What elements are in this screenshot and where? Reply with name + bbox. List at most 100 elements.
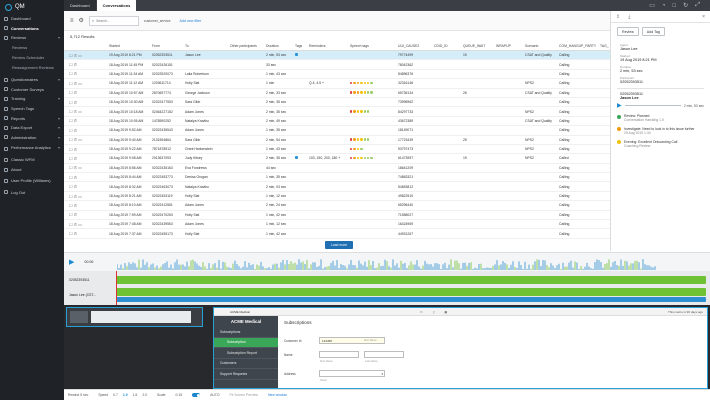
screen-icon[interactable]: ▭ bbox=[78, 137, 82, 142]
fit-screen-option[interactable]: Fit Screen Preview bbox=[230, 393, 258, 397]
table-row[interactable]: ☐ ✆ 18 Aug 2019 8:32 AM 02022463073 Nataly… bbox=[64, 182, 610, 192]
column-header[interactable]: Speech tags bbox=[348, 44, 396, 48]
screen-icon[interactable]: ▭ bbox=[78, 194, 82, 199]
event-item[interactable]: Evening: Excellent Onboarding Call Coachi… bbox=[611, 137, 710, 150]
sidebar-item[interactable]: User Profile (Williams) bbox=[0, 174, 64, 187]
sidebar-item[interactable]: Speech Tags bbox=[0, 104, 64, 114]
scale-value[interactable]: 0:15 bbox=[176, 393, 183, 397]
column-header[interactable]: Tags bbox=[293, 44, 307, 48]
sidebar-item[interactable]: Training ▾ bbox=[0, 94, 64, 104]
waveform[interactable] bbox=[117, 257, 657, 270]
table-row[interactable]: ☐ ✆ ▭ 18 Aug 2019 7:48 AM 02022439563 Adam … bbox=[64, 220, 610, 230]
column-header[interactable]: COM_HANGUP_PARTY bbox=[557, 44, 598, 48]
customer-track[interactable] bbox=[116, 276, 706, 284]
add-tag-button[interactable]: Add Tag bbox=[641, 27, 665, 36]
window-icon[interactable]: □ bbox=[673, 3, 677, 9]
add-filter-link[interactable]: Add new filter bbox=[179, 19, 201, 23]
review-button[interactable]: Review bbox=[617, 27, 639, 36]
table-row[interactable]: ☐ ✆ ▭ 18 Aug 2019 8:21 AM 02022453119 Holly… bbox=[64, 192, 610, 202]
tab-conversations[interactable]: Conversations bbox=[96, 0, 137, 11]
phone-icon[interactable]: ✆ bbox=[74, 212, 77, 217]
event-item[interactable]: Review: Planned Conversation Handling 1.0 bbox=[611, 111, 710, 124]
first-name-input[interactable] bbox=[319, 351, 359, 358]
table-row[interactable]: ☐ ✆ 18 Aug 2019 7:37 AM 02022455173 Holly … bbox=[64, 229, 610, 239]
table-row[interactable]: ☐ ✆ 18 Aug 2019 9:08 AM 2013637093 Judy Ki… bbox=[64, 154, 610, 164]
table-row[interactable]: ☐ ✆ 18 Aug 2019 8:10 AM 02022412551 Adam J… bbox=[64, 201, 610, 211]
speed-option[interactable]: 2.0 bbox=[142, 393, 147, 397]
column-header[interactable]: To bbox=[183, 44, 228, 48]
close-icon[interactable]: × bbox=[702, 14, 705, 20]
column-header[interactable]: Other participants bbox=[228, 44, 264, 48]
column-header[interactable]: Scenario bbox=[523, 44, 557, 48]
app-nav-item[interactable]: Customers bbox=[214, 359, 278, 369]
search-box[interactable]: ⌕ bbox=[88, 15, 139, 26]
event-item[interactable]: Investigate: Need to look in to this iss… bbox=[611, 124, 710, 137]
sidebar-item[interactable]: Administration ▾ bbox=[0, 133, 64, 143]
phone-icon[interactable]: ✆ bbox=[74, 90, 77, 95]
speed-option[interactable]: 1.5 bbox=[133, 393, 138, 397]
screen-icon[interactable]: ▭ bbox=[78, 81, 82, 86]
table-row[interactable]: ☐ ✆ 18 Aug 2019 9:52 AM 02022435543 Adam J… bbox=[64, 126, 610, 136]
phone-icon[interactable]: ✆ bbox=[74, 128, 77, 133]
screen-icon[interactable]: ▭ bbox=[78, 53, 82, 58]
new-window-link[interactable]: New window bbox=[268, 393, 287, 397]
tag-icon[interactable] bbox=[295, 53, 298, 57]
settings-icon[interactable]: ⚙ bbox=[79, 17, 84, 24]
share-icon[interactable]: ⇪ bbox=[616, 14, 620, 20]
column-header[interactable]: Duration bbox=[264, 44, 293, 48]
table-row[interactable]: ☐ ✆ ▭ 19 Aug 2019 8:21 PM 02052393511 Jason… bbox=[64, 51, 610, 61]
sidebar-item[interactable]: Review Scheduler bbox=[0, 52, 64, 62]
tab-dashboard[interactable]: Dashboard bbox=[64, 0, 96, 11]
column-header[interactable]: TAG_ bbox=[598, 44, 610, 48]
last-name-input[interactable] bbox=[364, 351, 404, 358]
screen-icon[interactable]: ▭ bbox=[78, 109, 82, 114]
sidebar-item[interactable]: Customer Surveys bbox=[0, 85, 64, 95]
address-input[interactable]: ▾ bbox=[319, 370, 385, 377]
screen-thumbnail[interactable] bbox=[66, 307, 203, 327]
column-header[interactable]: Reminders bbox=[307, 44, 348, 48]
table-row[interactable]: ☐ ✆ 18 Aug 2019 10:30 AM 02022477553 Sara … bbox=[64, 98, 610, 108]
sidebar-item[interactable]: Reviews ▾ bbox=[0, 33, 64, 43]
agent-track[interactable] bbox=[116, 288, 706, 296]
monitor-icon[interactable]: ▭ bbox=[420, 310, 423, 314]
sidebar-item[interactable]: About bbox=[0, 165, 64, 175]
phone-icon[interactable]: ✆ bbox=[74, 231, 77, 236]
rewind-button[interactable]: Rewind 5 sec bbox=[68, 393, 88, 397]
grid-icon[interactable]: ▦ bbox=[444, 310, 447, 314]
phone-icon[interactable]: ✆ bbox=[74, 62, 77, 67]
phone-icon[interactable]: ✆ bbox=[74, 118, 77, 123]
table-row[interactable]: ☐ ✆ ▭ 18 Aug 2019 9:40 AM 2131594864 Sara G… bbox=[64, 136, 610, 145]
refresh-icon[interactable]: ↻ bbox=[683, 2, 688, 9]
column-header[interactable]: From bbox=[150, 44, 183, 48]
app-nav-item[interactable]: Subscription Report bbox=[214, 348, 278, 359]
sidebar-item[interactable]: Reviews bbox=[0, 43, 64, 53]
play-icon[interactable]: ▶ bbox=[617, 102, 622, 109]
screen-icon[interactable]: ▭ bbox=[78, 165, 82, 170]
speed-option[interactable]: 0.7 bbox=[113, 393, 118, 397]
phone-icon[interactable]: ✆ bbox=[74, 100, 77, 105]
table-row[interactable]: ☐ ✆ 18 Aug 2019 8:44 AM 02022453773 Denisa… bbox=[64, 173, 610, 183]
sidebar-item[interactable]: Dashboard bbox=[0, 14, 64, 24]
filter-icon[interactable]: ≡ bbox=[70, 18, 74, 24]
sidebar-item[interactable]: Conversations bbox=[0, 24, 64, 34]
expand-icon[interactable]: ⤢ bbox=[695, 2, 700, 9]
search-input[interactable] bbox=[96, 18, 121, 23]
column-header[interactable]: UUI_CAUSE2 bbox=[396, 44, 432, 48]
sidebar-item[interactable]: Performance Analytics ▾ bbox=[0, 142, 64, 155]
phone-icon[interactable]: ✆ bbox=[74, 184, 77, 189]
table-row[interactable]: ☐ ✆ ▭ 18 Aug 2019 8:56 AM 02022435163 Eva F… bbox=[64, 164, 610, 174]
brand[interactable]: QM bbox=[0, 0, 64, 14]
app-nav-item[interactable]: Support Requests bbox=[214, 369, 278, 380]
table-row[interactable]: ☐ ✆ 18 Aug 2019 10:05 AM 1478590252 Nataly… bbox=[64, 117, 610, 127]
sidebar-item[interactable]: Reports ▾ bbox=[0, 113, 64, 123]
table-row[interactable]: ☐ ✆ 18 Aug 2019 11:45 PM 02022426151 33 se… bbox=[64, 60, 610, 70]
load-more-button[interactable]: Load more bbox=[325, 241, 353, 249]
app-nav-item[interactable]: Subscriptions bbox=[214, 327, 278, 338]
tag-icon[interactable] bbox=[295, 156, 298, 160]
download-icon[interactable]: ⤓ bbox=[628, 14, 630, 20]
table-row[interactable]: ☐ ✆ 18 Aug 2019 11:34 AM 02022520073 Laila… bbox=[64, 70, 610, 80]
phone-icon[interactable]: ✆ bbox=[74, 175, 77, 180]
column-header[interactable]: Started bbox=[107, 44, 150, 48]
table-row[interactable]: ☐ ✆ 18 Aug 2019 7:59 AM 02022470263 Holly … bbox=[64, 211, 610, 221]
phone-icon[interactable]: ▯ bbox=[433, 310, 435, 314]
